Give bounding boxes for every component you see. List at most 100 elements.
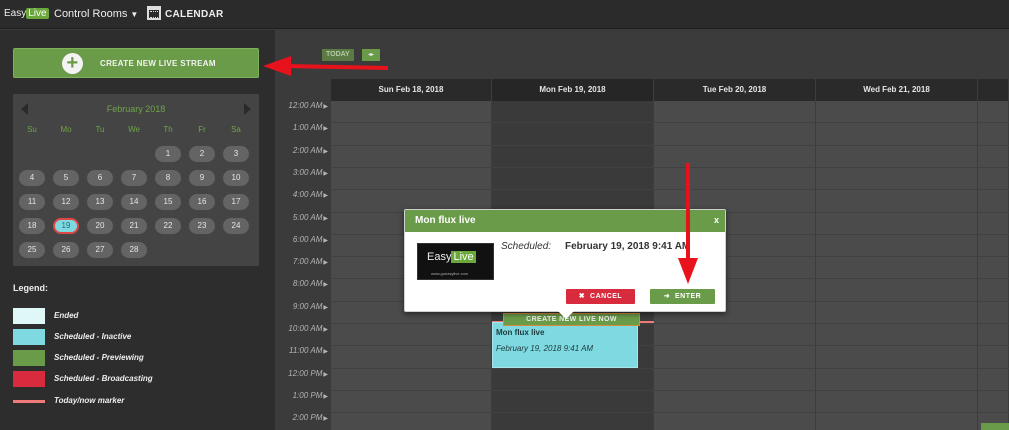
time-marker-icon: ▶ xyxy=(323,305,328,311)
cancel-button[interactable]: ✖ CANCEL xyxy=(566,289,635,304)
time-label-text: 11:00 AM xyxy=(289,346,323,355)
time-label: 8:00 AM▶ xyxy=(275,279,331,288)
mini-calendar-day[interactable]: 8 xyxy=(155,170,181,186)
legend-swatch xyxy=(13,329,45,345)
hour-line xyxy=(331,189,1009,190)
calendar-label: CALENDAR xyxy=(165,9,224,20)
enter-button[interactable]: ➜ ENTER xyxy=(650,289,715,304)
mini-calendar-day[interactable]: 14 xyxy=(121,194,147,210)
time-marker-icon: ▶ xyxy=(323,104,328,110)
day-column[interactable] xyxy=(816,101,978,430)
time-label-text: 12:00 AM xyxy=(288,101,323,110)
weekday-label: Fr xyxy=(198,125,206,134)
mini-calendar-day[interactable]: 6 xyxy=(87,170,113,186)
mini-calendar-day[interactable]: 27 xyxy=(87,242,113,258)
time-label: 12:00 AM▶ xyxy=(275,101,331,110)
popup-pointer xyxy=(558,311,574,319)
mini-calendar-day[interactable]: 21 xyxy=(121,218,147,234)
week-nav-arrows-icon[interactable]: ◂▸ xyxy=(362,49,380,61)
day-column-header: Tue Feb 20, 2018 xyxy=(654,79,816,101)
time-label: 2:00 AM▶ xyxy=(275,146,331,155)
control-rooms-label: Control Rooms xyxy=(54,8,128,20)
popup-title: Mon flux live xyxy=(415,215,476,226)
time-label-text: 6:00 AM xyxy=(292,235,323,244)
next-month-icon[interactable] xyxy=(244,103,251,115)
time-label: 9:00 AM▶ xyxy=(275,302,331,311)
mini-calendar-day[interactable]: 25 xyxy=(19,242,45,258)
day-column-header-partial xyxy=(978,79,1009,101)
mini-calendar-day[interactable]: 10 xyxy=(223,170,249,186)
mini-calendar-day[interactable]: 1 xyxy=(155,146,181,162)
mini-calendar-day[interactable]: 17 xyxy=(223,194,249,210)
control-rooms-menu[interactable]: Control Rooms ▼ xyxy=(54,8,138,20)
time-marker-icon: ▶ xyxy=(323,193,328,199)
mini-calendar-day[interactable]: 28 xyxy=(121,242,147,258)
time-label: 6:00 AM▶ xyxy=(275,235,331,244)
app-logo[interactable]: Easy Live xyxy=(4,8,49,19)
create-live-stream-button[interactable]: + CREATE NEW LIVE STREAM xyxy=(13,48,259,78)
mini-calendar-day[interactable]: 2 xyxy=(189,146,215,162)
time-label: 4:00 AM▶ xyxy=(275,190,331,199)
hour-line xyxy=(331,390,1009,391)
time-marker-icon: ▶ xyxy=(323,216,328,222)
time-label-text: 2:00 AM xyxy=(292,146,323,155)
mini-calendar-day[interactable]: 22 xyxy=(155,218,181,234)
logo-easy-text: Easy xyxy=(4,8,27,19)
time-label: 5:00 AM▶ xyxy=(275,213,331,222)
time-label-text: 9:00 AM xyxy=(292,302,323,311)
mini-calendar-day[interactable]: 13 xyxy=(87,194,113,210)
hour-line xyxy=(331,412,1009,413)
mini-calendar-day[interactable]: 3 xyxy=(223,146,249,162)
close-icon[interactable]: x xyxy=(714,215,719,225)
mini-calendar-day-selected[interactable]: 19 xyxy=(53,218,79,234)
time-label: 10:00 AM▶ xyxy=(275,324,331,333)
time-marker-icon: ▶ xyxy=(323,372,328,378)
mini-calendar-day[interactable]: 18 xyxy=(19,218,45,234)
event-popup: Mon flux live x Easy Live www.goeasylive.… xyxy=(404,209,726,312)
mini-calendar-day[interactable]: 15 xyxy=(155,194,181,210)
top-navbar: Easy Live Control Rooms ▼ CALENDAR xyxy=(0,0,1009,29)
day-column[interactable] xyxy=(978,101,1009,430)
legend-item: Scheduled - Previewing xyxy=(13,350,263,366)
legend-item: Ended xyxy=(13,308,263,324)
time-marker-icon: ▶ xyxy=(323,394,328,400)
mini-calendar-day[interactable]: 4 xyxy=(19,170,45,186)
time-label: 1:00 AM▶ xyxy=(275,123,331,132)
mini-calendar-day[interactable]: 23 xyxy=(189,218,215,234)
mini-calendar-day[interactable]: 7 xyxy=(121,170,147,186)
legend-item: Scheduled - Inactive xyxy=(13,329,263,345)
mini-calendar-day[interactable]: 20 xyxy=(87,218,113,234)
weekday-label: We xyxy=(128,125,140,134)
corner-tab[interactable] xyxy=(981,423,1009,430)
time-marker-icon: ▶ xyxy=(323,260,328,266)
mini-calendar-day[interactable]: 12 xyxy=(53,194,79,210)
time-label: 11:00 AM▶ xyxy=(275,346,331,355)
mini-calendar-day[interactable]: 24 xyxy=(223,218,249,234)
mini-calendar-day[interactable]: 9 xyxy=(189,170,215,186)
calendar-nav-link[interactable]: CALENDAR xyxy=(147,6,224,20)
mini-calendar-day[interactable]: 5 xyxy=(53,170,79,186)
calendar-icon xyxy=(147,6,161,20)
event-time: February 19, 2018 9:41 AM xyxy=(496,344,594,353)
mini-calendar-day[interactable]: 16 xyxy=(189,194,215,210)
time-label-text: 1:00 PM xyxy=(292,391,323,400)
time-column: 12:00 AM▶ 1:00 AM▶ 2:00 AM▶ 3:00 AM▶ 4:00 AM… xyxy=(275,101,331,430)
time-label-text: 1:00 AM xyxy=(292,123,323,132)
time-label-text: 2:00 PM xyxy=(292,413,323,422)
time-marker-icon: ▶ xyxy=(323,282,328,288)
legend-label: Ended xyxy=(54,311,79,320)
time-label-text: 10:00 AM xyxy=(288,324,323,333)
time-label-text: 3:00 AM xyxy=(292,168,323,177)
time-label-text: 7:00 AM xyxy=(292,257,323,266)
legend-label: Scheduled - Broadcasting xyxy=(54,374,153,383)
today-button[interactable]: TODAY xyxy=(322,49,354,61)
mini-calendar-day[interactable]: 26 xyxy=(53,242,79,258)
stream-thumbnail: Easy Live www.goeasylive.com xyxy=(417,243,494,280)
mini-calendar: February 2018 Su Mo Tu We Th Fr Sa 1 2 3 4 5 6 7 8 9 10… xyxy=(13,94,259,266)
calendar-event[interactable]: Mon flux live February 19, 2018 9:41 AM xyxy=(492,322,638,368)
mini-calendar-day[interactable]: 11 xyxy=(19,194,45,210)
event-title: Mon flux live xyxy=(496,328,545,337)
time-label: 7:00 AM▶ xyxy=(275,257,331,266)
time-marker-icon: ▶ xyxy=(323,149,328,155)
create-live-stream-label: CREATE NEW LIVE STREAM xyxy=(100,59,216,68)
